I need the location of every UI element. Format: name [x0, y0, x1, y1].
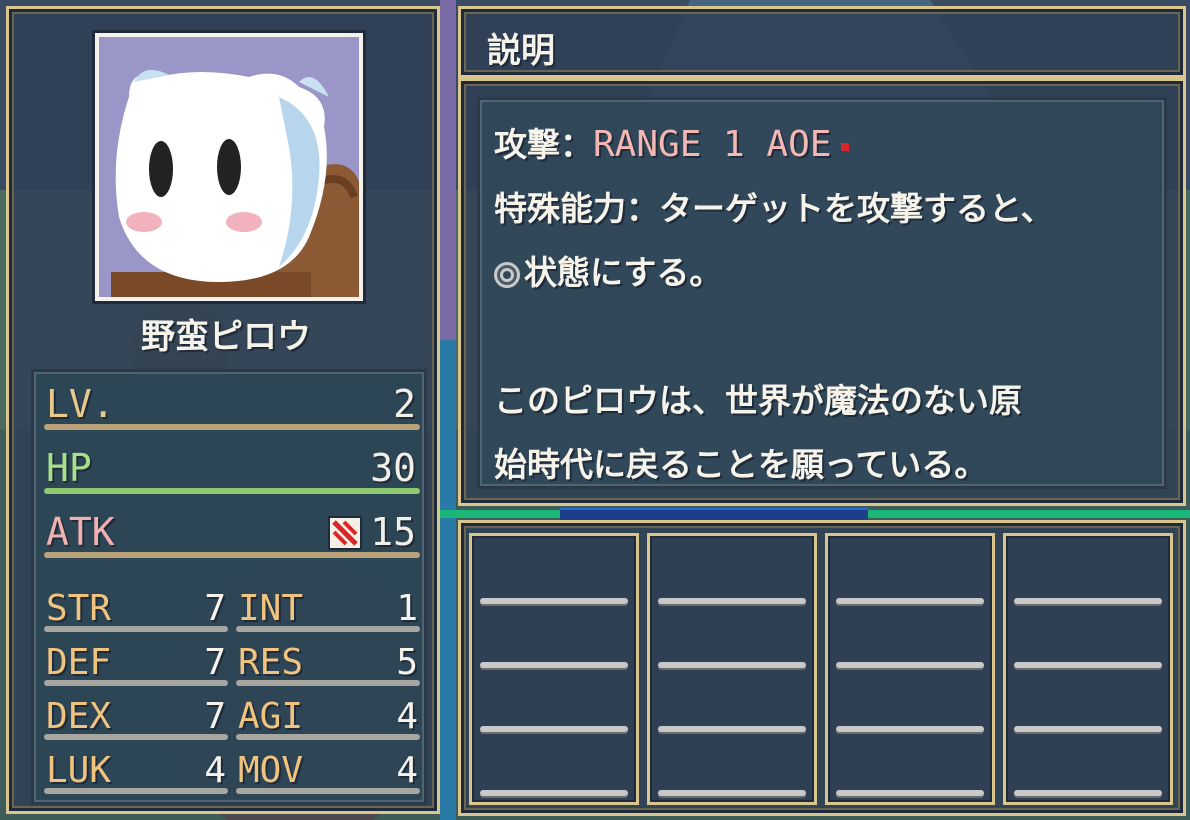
character-panel: 野蛮ピロウ LV. 2 HP 30 ATK 15 STR 7 INT 1 DEF… — [6, 6, 440, 814]
stat-row-hp: HP 30 — [44, 440, 420, 496]
slot-line — [836, 662, 984, 668]
stat-row-agi: AGI 4 — [236, 690, 420, 740]
slot-panel — [458, 520, 1186, 816]
slot-line — [1014, 726, 1162, 732]
stat-row-dex: DEX 7 — [44, 690, 228, 740]
stat-row-lv: LV. 2 — [44, 376, 420, 432]
stat-value-hp: 30 — [370, 446, 416, 490]
stat-value-dex: 7 — [204, 696, 226, 737]
stat-label-hp: HP — [46, 446, 92, 490]
ability-label: 特殊能力： — [494, 189, 659, 228]
item-slot[interactable] — [647, 533, 817, 805]
stat-row-int: INT 1 — [236, 582, 420, 632]
range-marker-icon — [841, 142, 850, 151]
slot-line — [1014, 662, 1162, 668]
stat-row-def: DEF 7 — [44, 636, 228, 686]
stat-row-str: STR 7 — [44, 582, 228, 632]
slot-line — [836, 790, 984, 796]
slot-line — [658, 790, 806, 796]
slot-line — [480, 726, 628, 732]
stat-row-res: RES 5 — [236, 636, 420, 686]
ability-line-1: 特殊能力：ターゲットを攻撃すると、 — [494, 182, 1054, 230]
slot-line — [658, 726, 806, 732]
stat-label-str: STR — [46, 588, 112, 629]
stat-value-lv: 2 — [393, 382, 416, 426]
background-edge-teal — [440, 340, 456, 820]
stat-bar-atk — [44, 552, 420, 558]
stat-label-mov: MOV — [238, 750, 304, 791]
stat-bar-int — [236, 626, 420, 632]
stat-bar-lv — [44, 424, 420, 430]
description-title: 説明 — [487, 31, 555, 71]
item-slot[interactable] — [1003, 533, 1173, 805]
slash-attack-icon — [328, 516, 362, 550]
attack-label: 攻撃： — [494, 125, 593, 164]
pillow-creature-icon — [99, 37, 361, 297]
stat-value-res: 5 — [396, 642, 418, 683]
description-body: 攻撃：RANGE 1 AOE 特殊能力：ターゲットを攻撃すると、 状態にする。 … — [477, 97, 1167, 489]
slot-line — [658, 598, 806, 604]
stat-bar-def — [44, 680, 228, 686]
stat-bar-agi — [236, 734, 420, 740]
item-slot[interactable] — [825, 533, 995, 805]
attack-line: 攻撃：RANGE 1 AOE — [494, 118, 850, 166]
background-edge-purple — [440, 0, 456, 340]
stat-row-mov: MOV 4 — [236, 744, 420, 794]
slot-line — [480, 662, 628, 668]
stat-bar-hp — [44, 488, 420, 494]
character-portrait — [95, 33, 363, 301]
stat-label-res: RES — [238, 642, 304, 683]
ability-line-2: 状態にする。 — [494, 246, 722, 294]
ability-text-2: 状態にする。 — [524, 253, 723, 292]
slot-line — [836, 726, 984, 732]
stat-value-int: 1 — [396, 588, 418, 629]
spiral-status-icon — [494, 261, 520, 288]
stat-label-atk: ATK — [46, 510, 115, 554]
stat-value-str: 7 — [204, 588, 226, 629]
character-name: 野蛮ピロウ — [141, 317, 311, 357]
stats-box: LV. 2 HP 30 ATK 15 STR 7 INT 1 DEF 7 RES… — [31, 369, 427, 805]
slot-line — [658, 662, 806, 668]
stat-label-def: DEF — [46, 642, 112, 683]
slot-line — [1014, 598, 1162, 604]
stat-value-def: 7 — [204, 642, 226, 683]
stat-value-atk: 15 — [370, 510, 416, 554]
stat-label-lv: LV. — [46, 382, 115, 426]
stat-value-luk: 4 — [204, 750, 226, 791]
stat-row-atk: ATK 15 — [44, 504, 420, 560]
stat-label-luk: LUK — [46, 750, 112, 791]
slot-line — [480, 598, 628, 604]
stat-label-int: INT — [238, 588, 304, 629]
stat-label-agi: AGI — [238, 696, 304, 737]
ability-text-1: ターゲットを攻撃すると、 — [659, 189, 1054, 228]
slot-line — [836, 598, 984, 604]
stat-row-luk: LUK 4 — [44, 744, 228, 794]
stat-bar-dex — [44, 734, 228, 740]
stat-bar-mov — [236, 788, 420, 794]
stat-bar-res — [236, 680, 420, 686]
stat-value-agi: 4 — [396, 696, 418, 737]
flavor-line-2: 始時代に戻ることを願っている。 — [494, 445, 988, 484]
attack-range-value: RANGE 1 AOE — [593, 124, 832, 165]
description-panel: 攻撃：RANGE 1 AOE 特殊能力：ターゲットを攻撃すると、 状態にする。 … — [458, 78, 1186, 506]
slot-line — [1014, 790, 1162, 796]
stat-label-dex: DEX — [46, 696, 112, 737]
item-slot[interactable] — [469, 533, 639, 805]
stat-bar-str — [44, 626, 228, 632]
stat-value-mov: 4 — [396, 750, 418, 791]
description-header: 説明 — [458, 6, 1186, 78]
flavor-line-1: このピロウは、世界が魔法のない原 — [494, 381, 1022, 420]
stat-bar-luk — [44, 788, 228, 794]
slot-line — [480, 790, 628, 796]
